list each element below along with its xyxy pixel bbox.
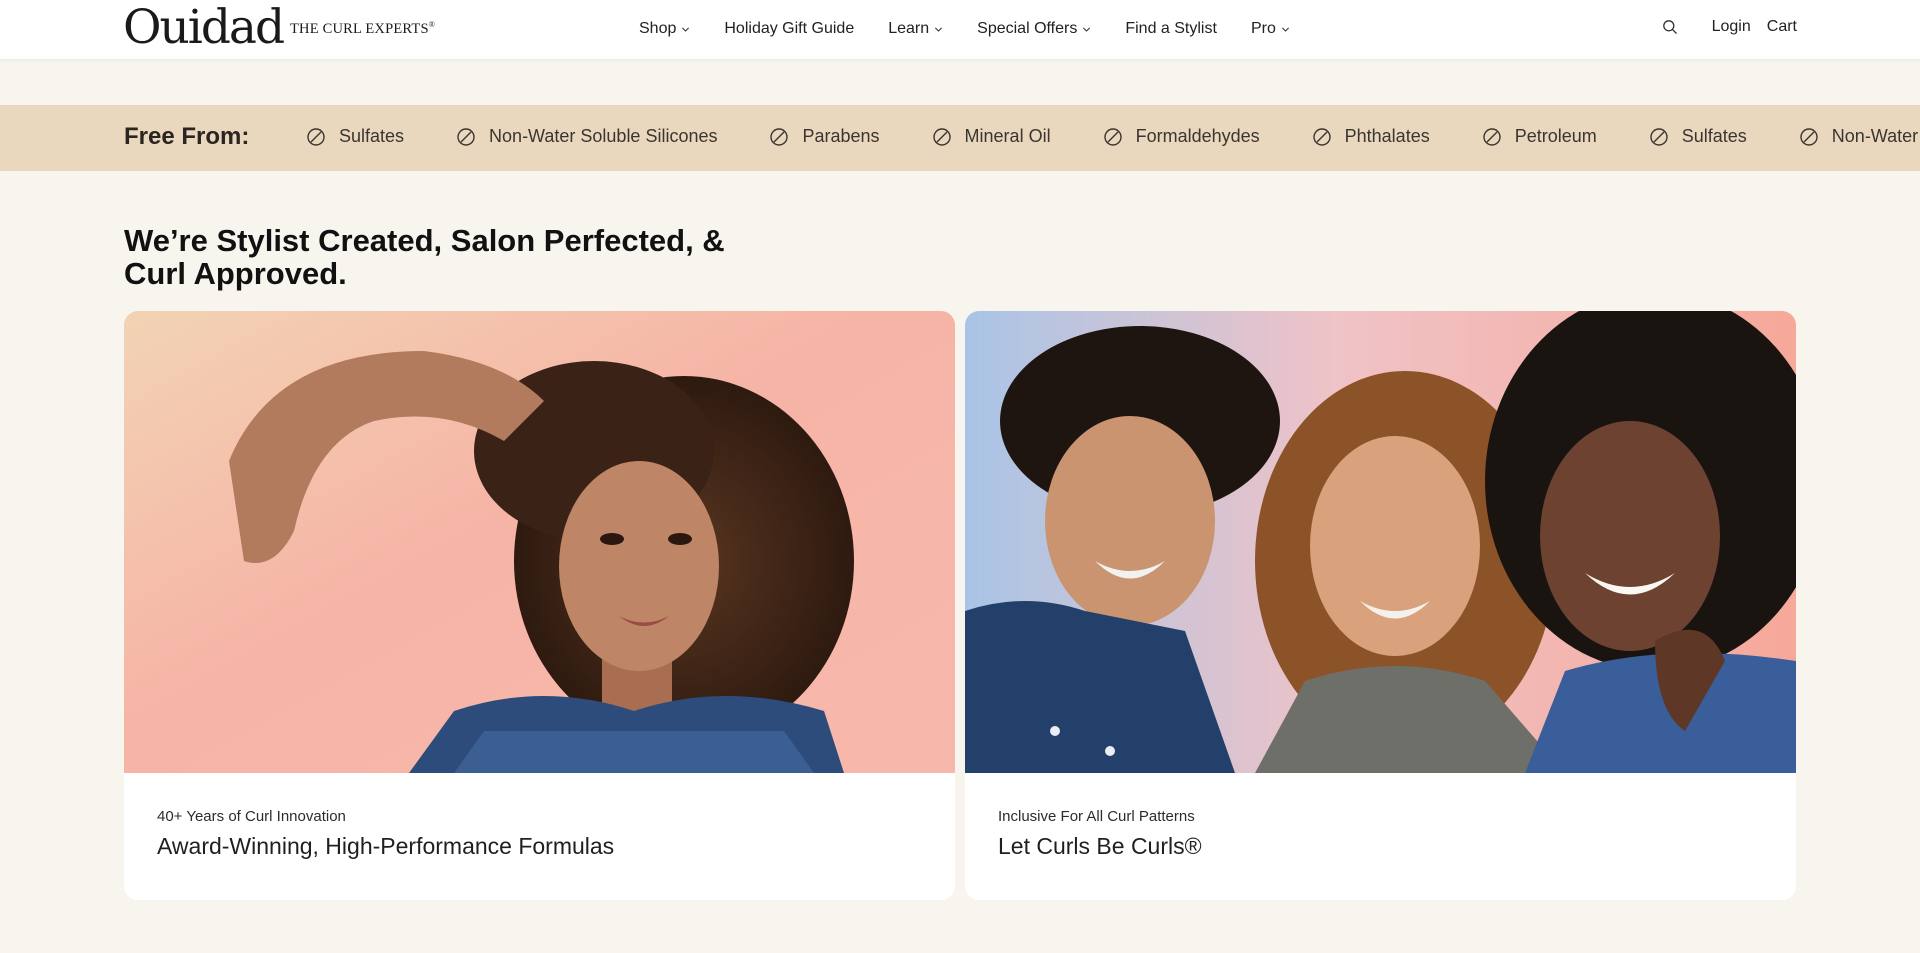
tagline-text: THE CURL EXPERTS xyxy=(290,20,429,37)
chevron-down-icon xyxy=(1082,25,1091,34)
login-link[interactable]: Login xyxy=(1712,18,1751,36)
free-from-label: Sulfates xyxy=(1681,126,1747,146)
prohibited-icon xyxy=(307,127,325,146)
portrait-photo xyxy=(124,311,955,773)
prohibited-icon xyxy=(932,127,951,146)
prohibited-icon xyxy=(1483,127,1501,146)
free-from-label: Parabens xyxy=(802,126,880,146)
site-header: Ouidad THE CURL EXPERTS® Shop Holiday Gi… xyxy=(0,0,1920,60)
free-from-list: Sulfates Non-Water Soluble Silicones Parab… xyxy=(306,126,1920,147)
free-from-label: Non-Water Soluble Silicones xyxy=(1831,126,1920,146)
free-from-item: Phthalates xyxy=(1312,126,1430,147)
prohibited-icon xyxy=(1312,127,1331,146)
prohibited-icon xyxy=(457,127,475,146)
free-from-label: Formaldehydes xyxy=(1135,126,1260,146)
free-from-item: Non-Water Soluble Silicones xyxy=(1799,126,1920,147)
nav-label: Pro xyxy=(1250,20,1276,37)
free-from-band: Free From: Sulfates Non-Water Soluble Sil… xyxy=(0,105,1920,171)
chevron-down-icon xyxy=(934,25,943,34)
card-eyebrow: Inclusive For All Curl Patterns xyxy=(998,808,1195,825)
free-from-item: Sulfates xyxy=(1649,126,1747,147)
nav-label: Find a Stylist xyxy=(1125,20,1217,37)
nav-label: Special Offers xyxy=(977,20,1078,37)
brand-logo[interactable]: Ouidad xyxy=(123,2,285,54)
search-icon[interactable] xyxy=(1662,19,1678,35)
free-from-item: Non-Water Soluble Silicones xyxy=(456,126,717,147)
free-from-label: Sulfates xyxy=(339,126,405,146)
nav-item-holiday-gift-guide[interactable]: Holiday Gift Guide xyxy=(724,20,854,38)
card-title: Award-Winning, High-Performance Formulas xyxy=(157,833,615,859)
free-from-item: Sulfates xyxy=(306,126,404,147)
nav-label: Holiday Gift Guide xyxy=(724,20,855,37)
chevron-down-icon xyxy=(1281,25,1290,34)
header-utilities: Login Cart xyxy=(1662,18,1797,36)
free-from-label: Non-Water Soluble Silicones xyxy=(489,126,718,146)
prohibited-icon xyxy=(770,127,789,146)
free-from-item: Formaldehydes xyxy=(1103,126,1260,147)
nav-item-special-offers[interactable]: Special Offers xyxy=(977,20,1091,38)
headline-line-1: We’re Stylist Created, Salon Perfected, … xyxy=(124,223,725,258)
prohibited-icon xyxy=(1650,127,1668,146)
free-from-label: Mineral Oil xyxy=(964,126,1051,146)
nav-item-learn[interactable]: Learn xyxy=(888,20,943,38)
cart-link[interactable]: Cart xyxy=(1767,18,1797,36)
feature-card-curl-patterns[interactable]: Inclusive For All Curl Patterns Let Curl… xyxy=(965,311,1796,900)
feature-card-formulas[interactable]: 40+ Years of Curl Innovation Award-Winni… xyxy=(124,311,955,900)
brand-tagline: THE CURL EXPERTS® xyxy=(290,20,435,38)
headline-line-2: Curl Approved. xyxy=(124,256,347,291)
main-nav: Shop Holiday Gift Guide Learn Special Of… xyxy=(639,18,1324,40)
nav-label: Learn xyxy=(888,20,930,37)
prohibited-icon xyxy=(1800,127,1818,146)
nav-item-find-a-stylist[interactable]: Find a Stylist xyxy=(1125,20,1217,38)
free-from-item: Petroleum xyxy=(1482,126,1597,147)
nav-item-pro[interactable]: Pro xyxy=(1251,20,1290,38)
group-photo xyxy=(965,311,1796,773)
free-from-title: Free From: xyxy=(124,123,250,150)
free-from-item: Parabens xyxy=(769,126,880,147)
card-title: Let Curls Be Curls® xyxy=(998,833,1202,859)
prohibited-icon xyxy=(1103,127,1122,146)
section-headline: We’re Stylist Created, Salon Perfected, … xyxy=(124,224,764,290)
chevron-down-icon xyxy=(681,25,690,34)
registered-mark: ® xyxy=(428,20,436,29)
free-from-label: Phthalates xyxy=(1344,126,1430,146)
nav-item-shop[interactable]: Shop xyxy=(639,20,690,38)
free-from-label: Petroleum xyxy=(1514,126,1597,146)
nav-label: Shop xyxy=(639,20,677,37)
free-from-item: Mineral Oil xyxy=(932,126,1051,147)
card-eyebrow: 40+ Years of Curl Innovation xyxy=(157,808,346,825)
